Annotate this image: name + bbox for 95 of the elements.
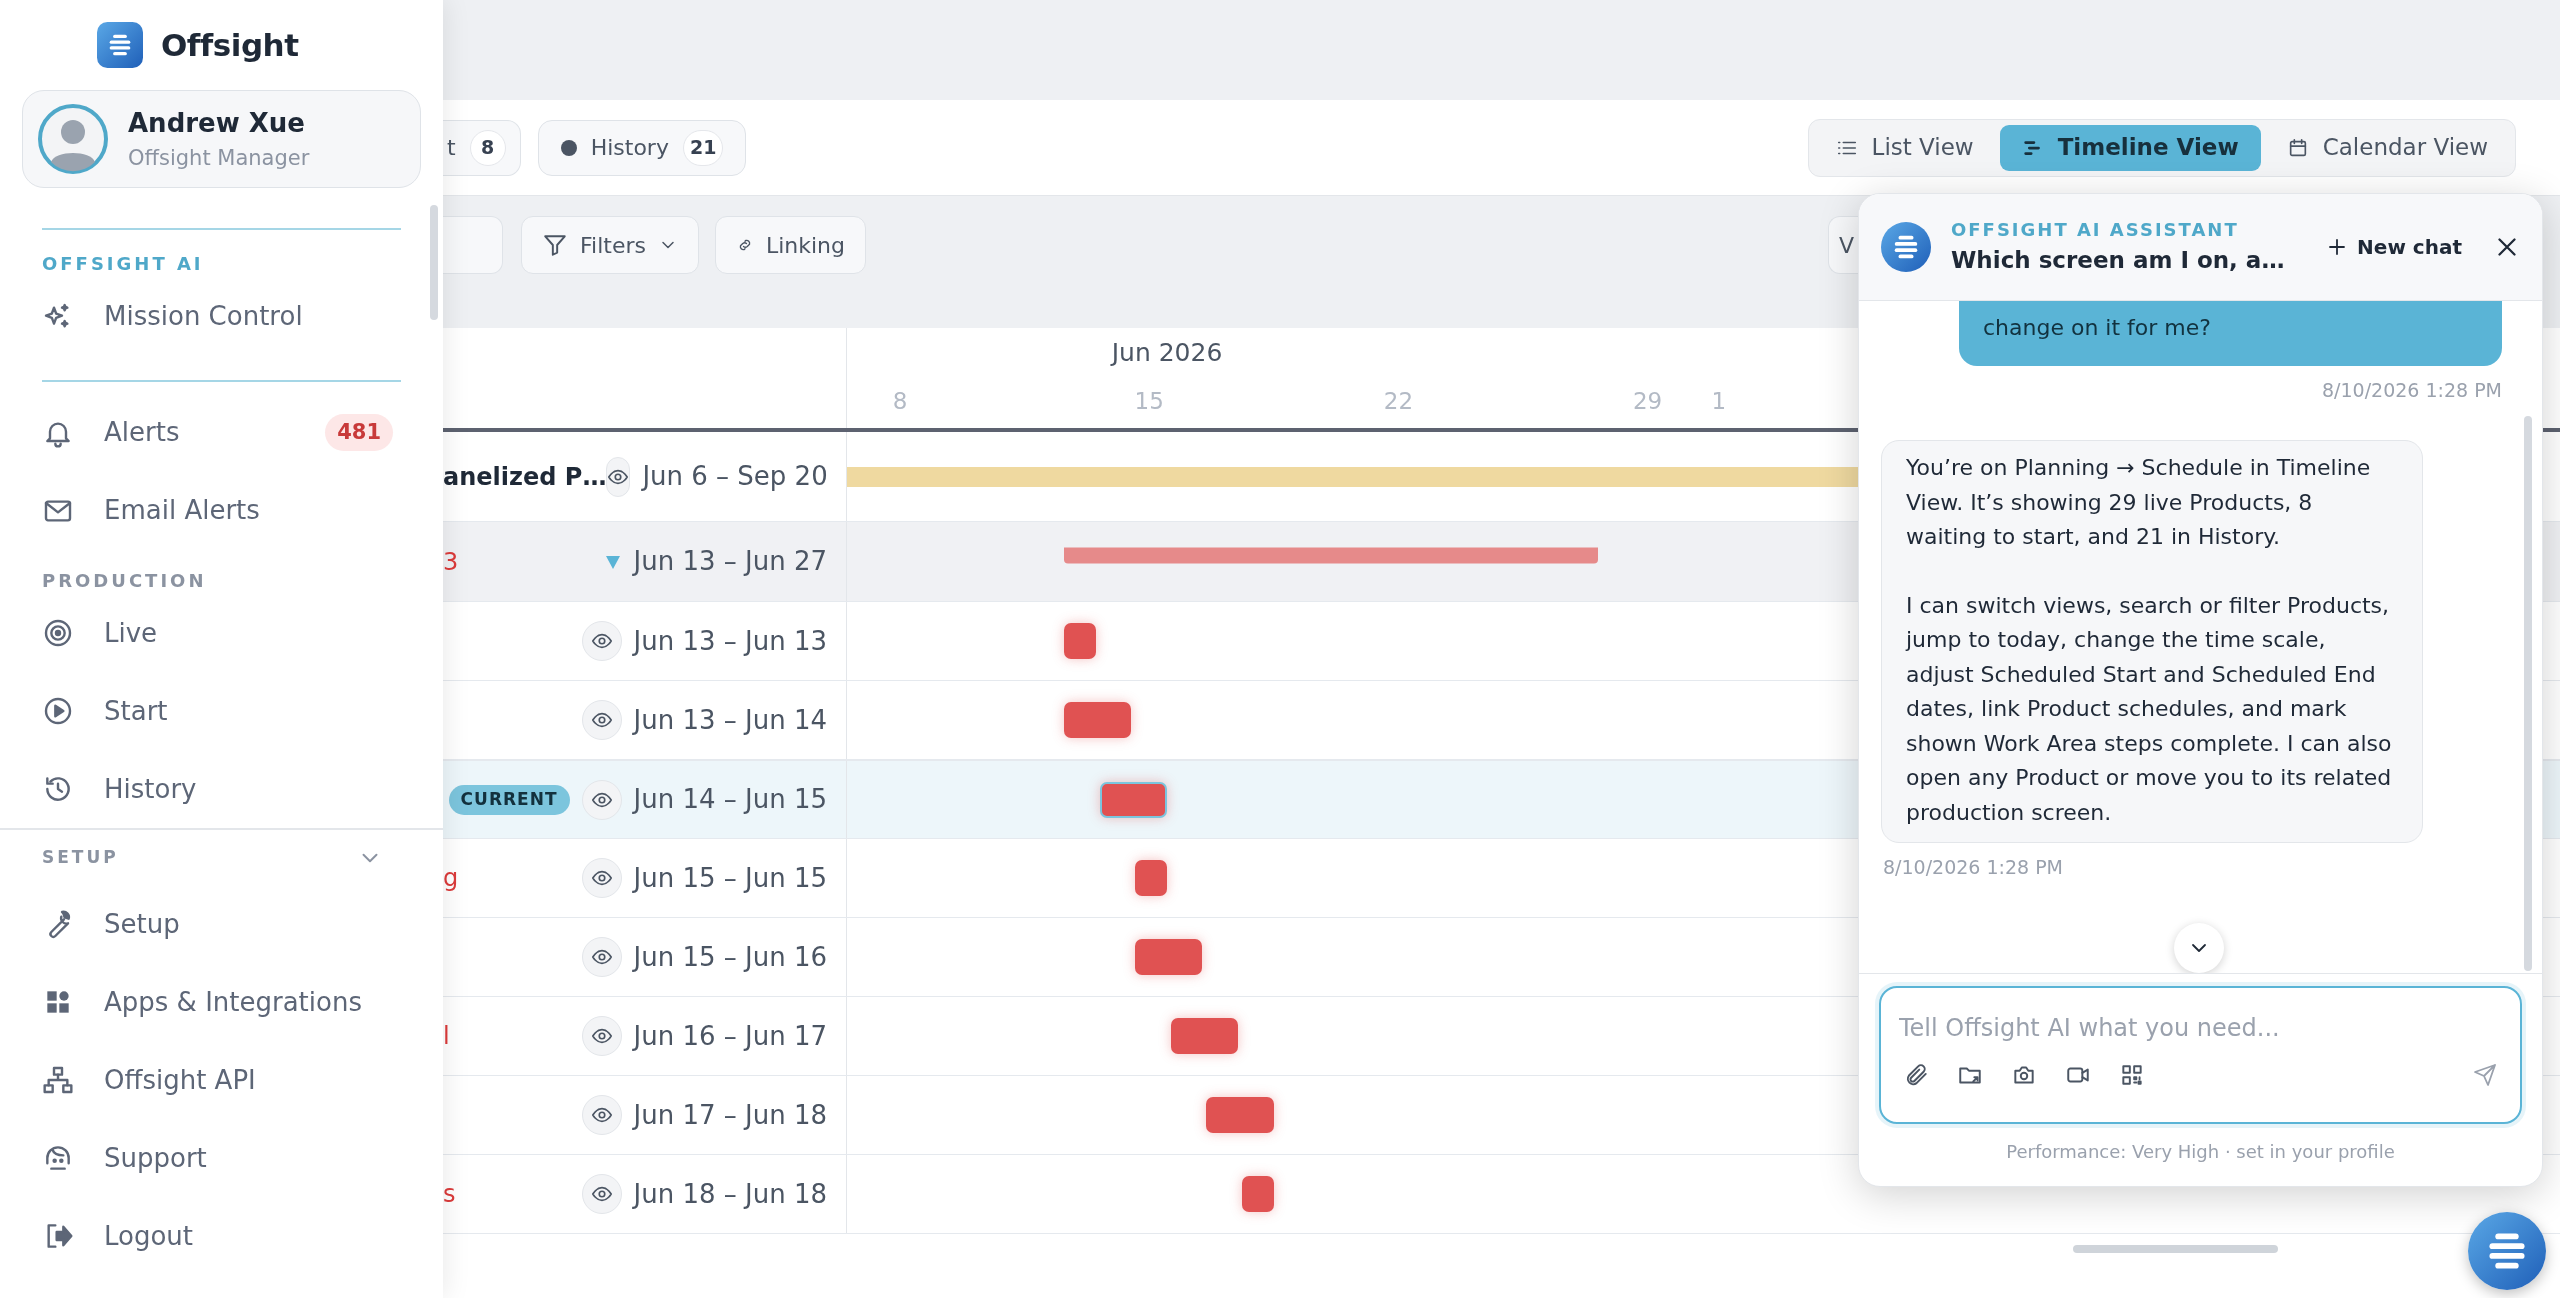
ai-logo-icon xyxy=(1881,222,1931,272)
chat-title: Which screen am I on, a… xyxy=(1951,246,2286,276)
scrollbar[interactable] xyxy=(2073,1245,2278,1253)
filter-icon xyxy=(542,232,568,258)
count-badge: 21 xyxy=(682,129,724,166)
row-label[interactable]: Jun 13 – Jun 14 xyxy=(443,681,847,759)
search-field[interactable] xyxy=(443,216,503,274)
sidebar-item[interactable]: Offsight API xyxy=(0,1041,443,1119)
section-title: OFFSIGHT AI xyxy=(42,252,204,277)
toolbar-button[interactable]: V xyxy=(1827,216,1858,274)
month-label: Jun 2026 xyxy=(1111,337,1223,369)
view-tab[interactable]: List View xyxy=(1813,124,1996,171)
row-name[interactable]: g xyxy=(443,860,459,896)
qr-code-icon xyxy=(2119,1062,2145,1088)
sidebar-item[interactable]: Alerts 481 xyxy=(0,393,443,472)
date-range: Jun 16 – Jun 17 xyxy=(633,1019,827,1053)
user-role: Offsight Manager xyxy=(128,144,310,172)
task-bar[interactable] xyxy=(1135,939,1203,975)
row-name[interactable]: l xyxy=(443,1018,450,1054)
current-row-label[interactable]: CURRENT Jun 14 – Jun 15 xyxy=(443,761,847,838)
message-input[interactable]: Tell Offsight AI what you need... xyxy=(1899,1010,2502,1046)
sidebar-item[interactable]: Email Alerts xyxy=(0,471,443,550)
scrollbar[interactable] xyxy=(430,205,438,320)
sidebar-item[interactable]: Live xyxy=(0,594,443,672)
footer-note: Performance: Very High · set in your profile xyxy=(2006,1140,2395,1164)
section-title: PRODUCTION xyxy=(42,568,207,593)
date-range: Jun 13 – Jun 27 xyxy=(633,545,827,578)
row-name[interactable]: anelized P… xyxy=(443,458,607,495)
assistant-message: You’re on Planning → Schedule in Timeline View. It’s showing 29 live Products, 8 waiting to start, and 21 in History. I can switch views, search or filter Products, jump to today, change the time scale, adjust Scheduled Start and Scheduled End dates, link Product schedules, and mark shown Work Area steps complete. I can also open any Product or move you to its related production screen. xyxy=(1881,440,2423,843)
task-bar[interactable] xyxy=(1064,623,1096,659)
sidebar-item[interactable]: Apps & Integrations xyxy=(0,963,443,1041)
message-time: 8/10/2026 1:28 PM xyxy=(2321,377,2502,403)
row-label[interactable]: g Jun 15 – Jun 15 xyxy=(443,839,847,917)
view-button[interactable] xyxy=(581,1174,622,1214)
date-range: Jun 13 – Jun 13 xyxy=(633,624,827,658)
date-range: Jun 15 – Jun 15 xyxy=(633,861,827,895)
view-button[interactable] xyxy=(581,858,622,898)
task-bar[interactable] xyxy=(1135,860,1167,896)
task-bar[interactable] xyxy=(1242,1176,1274,1212)
view-button[interactable] xyxy=(581,937,622,977)
profile-card[interactable]: Andrew Xue Offsight Manager xyxy=(22,90,421,188)
user-name: Andrew Xue xyxy=(128,106,306,140)
view-button[interactable] xyxy=(606,456,631,497)
scrollbar[interactable] xyxy=(2524,416,2532,971)
avatar xyxy=(38,104,108,174)
view-button[interactable] xyxy=(581,1095,622,1135)
sidebar-item[interactable]: Logout xyxy=(0,1197,443,1275)
user-message: change on it for me? xyxy=(1959,301,2502,366)
view-button[interactable] xyxy=(581,700,622,740)
date-range: Jun 17 – Jun 18 xyxy=(633,1098,827,1132)
sidebar-item[interactable]: Setup xyxy=(0,885,443,963)
date-range: Jun 18 – Jun 18 xyxy=(633,1177,827,1211)
play-icon xyxy=(42,695,74,727)
row-label[interactable]: Jun 13 – Jun 13 xyxy=(443,602,847,680)
date-range: Jun 14 – Jun 15 xyxy=(633,783,827,816)
task-bar[interactable] xyxy=(1064,702,1132,738)
toolbar-button[interactable]: Linking xyxy=(714,216,867,274)
status-tab[interactable]: History 21 xyxy=(537,119,747,176)
sidebar-item[interactable]: Support xyxy=(0,1119,443,1197)
new-chat-button[interactable]: New chat xyxy=(2325,232,2462,262)
status-tab[interactable]: t 8 xyxy=(443,119,521,176)
current-badge: CURRENT xyxy=(448,784,570,815)
view-tab[interactable]: Calendar View xyxy=(2264,124,2510,171)
count-badge: 8 xyxy=(469,129,506,166)
day-tick: 29 xyxy=(1632,387,1663,416)
row-name[interactable]: s xyxy=(443,1176,456,1212)
sidebar-item[interactable]: Mission Control xyxy=(0,277,443,356)
logo-icon xyxy=(97,22,143,68)
day-tick: 22 xyxy=(1383,387,1414,416)
view-tab[interactable]: Timeline View xyxy=(1999,124,2261,171)
network-icon xyxy=(42,1064,74,1096)
sidebar-item[interactable]: Start xyxy=(0,672,443,750)
send-icon xyxy=(2473,1063,2497,1087)
task-bar[interactable] xyxy=(1099,781,1167,818)
message-time: 8/10/2026 1:28 PM xyxy=(1883,855,2064,880)
view-button[interactable] xyxy=(581,621,622,661)
count-badge: 481 xyxy=(325,413,393,452)
panel-label: OFFSIGHT AI ASSISTANT xyxy=(1951,218,2240,243)
row-label[interactable]: s Jun 18 – Jun 18 xyxy=(443,1155,847,1233)
toolbar-button[interactable]: Filters xyxy=(521,216,699,274)
app-name: Offsight xyxy=(161,25,299,65)
day-tick: 1 xyxy=(1711,387,1727,416)
day-tick: 15 xyxy=(1134,387,1164,416)
date-range: Jun 13 – Jun 14 xyxy=(633,703,827,737)
date-range: Jun 15 – Jun 16 xyxy=(633,940,827,974)
row-name[interactable]: 3 xyxy=(443,543,459,580)
sidebar-item[interactable]: History xyxy=(0,750,443,828)
target-icon xyxy=(42,617,74,649)
view-button[interactable] xyxy=(581,1016,622,1056)
row-label[interactable]: Jun 17 – Jun 18 xyxy=(443,1076,847,1154)
row-label[interactable]: Jun 15 – Jun 16 xyxy=(443,918,847,996)
date-range: Jun 6 – Sep 20 xyxy=(642,460,828,493)
task-bar[interactable] xyxy=(1170,1018,1238,1054)
row-label[interactable]: l Jun 16 – Jun 17 xyxy=(443,997,847,1075)
day-tick: 8 xyxy=(892,387,908,416)
